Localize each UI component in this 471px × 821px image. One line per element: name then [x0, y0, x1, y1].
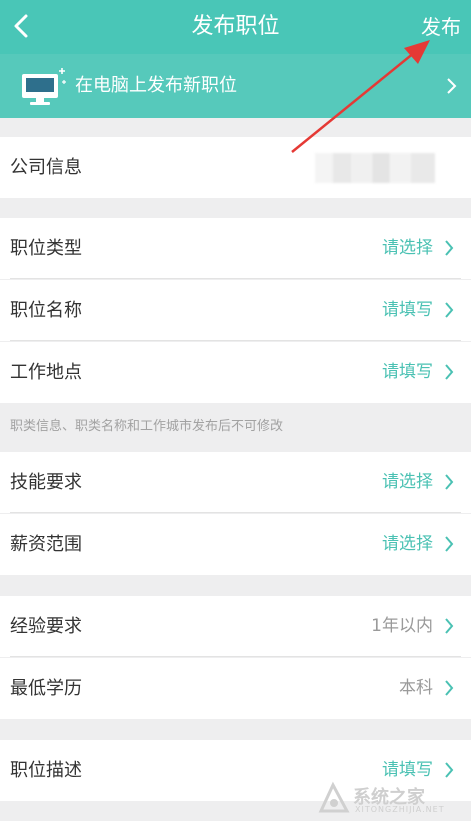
- chevron-right-icon: [445, 680, 454, 696]
- row-value: 请选择: [382, 472, 433, 492]
- divider: [10, 656, 461, 657]
- chevron-right-icon: [445, 618, 454, 634]
- row-salary-range[interactable]: 薪资范围 请选择: [0, 514, 471, 575]
- edit-restriction-note: 职类信息、职类名称和工作城市发布后不可修改: [10, 419, 284, 434]
- watermark: 系统之家 XITONGZHIJIA.NET: [317, 779, 467, 819]
- chevron-right-icon: [445, 474, 454, 490]
- chevron-right-icon: [445, 536, 454, 552]
- row-label: 技能要求: [10, 472, 82, 493]
- row-value: 请选择: [382, 238, 433, 258]
- watermark-subtext: XITONGZHIJIA.NET: [355, 805, 445, 814]
- banner-text: 在电脑上发布新职位: [75, 75, 237, 96]
- row-label: 职位名称: [10, 300, 82, 321]
- row-value: 1年以内: [371, 616, 433, 636]
- row-min-education[interactable]: 最低学历 本科: [0, 658, 471, 719]
- row-value: 请选择: [382, 534, 433, 554]
- chevron-right-icon: [445, 302, 454, 318]
- chevron-right-icon: [445, 364, 454, 380]
- chevron-right-icon: [445, 240, 454, 256]
- row-job-name[interactable]: 职位名称 请填写: [0, 280, 471, 341]
- row-label: 最低学历: [10, 678, 82, 699]
- row-job-type[interactable]: 职位类型 请选择: [0, 218, 471, 279]
- row-label: 职位描述: [10, 760, 82, 781]
- row-label: 职位类型: [10, 238, 82, 259]
- company-info-label: 公司信息: [10, 157, 82, 178]
- watermark-logo-icon: [318, 781, 350, 813]
- chevron-right-icon: [445, 762, 454, 778]
- divider: [10, 278, 461, 279]
- row-value: 本科: [399, 678, 433, 698]
- divider: [10, 512, 461, 513]
- row-label: 工作地点: [10, 362, 82, 383]
- row-label: 经验要求: [10, 616, 82, 637]
- computer-icon: [22, 68, 66, 105]
- row-skill-requirements[interactable]: 技能要求 请选择: [0, 452, 471, 513]
- row-work-location[interactable]: 工作地点 请填写: [0, 342, 471, 403]
- row-experience[interactable]: 经验要求 1年以内: [0, 596, 471, 657]
- divider: [10, 340, 461, 341]
- row-label: 薪资范围: [10, 534, 82, 555]
- row-value: 请填写: [382, 300, 433, 320]
- row-value: 请填写: [382, 362, 433, 382]
- annotation-arrow-icon: [291, 40, 430, 153]
